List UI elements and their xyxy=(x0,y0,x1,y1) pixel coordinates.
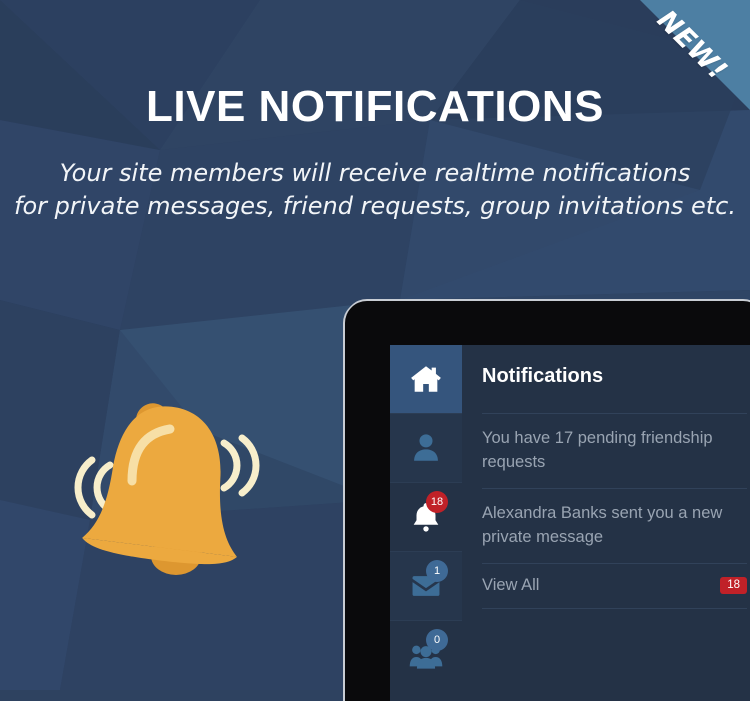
sidebar-item-friends[interactable] xyxy=(390,414,462,482)
notification-item[interactable]: Alexandra Banks sent you a new private m… xyxy=(482,487,747,563)
sidebar-item-notifications[interactable]: 18 xyxy=(390,483,462,551)
sidebar-item-home[interactable] xyxy=(390,345,462,413)
ringing-bell-illustration xyxy=(74,403,260,575)
badge-notifications-count: 18 xyxy=(426,491,448,513)
subtitle-line-2: for private messages, friend requests, g… xyxy=(14,191,736,220)
notifications-panel: Notifications You have 17 pending friend… xyxy=(462,345,750,701)
badge-messages-count: 1 xyxy=(426,560,448,582)
home-icon xyxy=(411,366,441,392)
notifications-sidebar: 18 1 0 xyxy=(390,345,462,701)
sidebar-item-groups[interactable]: 0 xyxy=(390,621,462,689)
view-all-count-badge: 18 xyxy=(720,576,747,595)
new-ribbon: NEW! xyxy=(610,0,750,140)
person-icon xyxy=(414,434,438,461)
notification-item[interactable]: You have 17 pending friendship requests xyxy=(482,413,747,488)
view-all-label: View All xyxy=(482,575,540,594)
sidebar-item-messages[interactable]: 1 xyxy=(390,552,462,620)
page-subtitle: Your site members will receive realtime … xyxy=(0,157,750,223)
badge-groups-count: 0 xyxy=(426,629,448,651)
subtitle-line-1: Your site members will receive realtime … xyxy=(59,159,691,187)
tablet-screen: 18 1 0 Notifications You have 17 pending… xyxy=(390,345,750,701)
panel-title: Notifications xyxy=(482,365,604,387)
view-all-row[interactable]: View All 18 xyxy=(482,562,747,609)
sound-wave-right-icon xyxy=(220,434,260,497)
tablet-device-frame: 18 1 0 Notifications You have 17 pending… xyxy=(345,301,750,701)
